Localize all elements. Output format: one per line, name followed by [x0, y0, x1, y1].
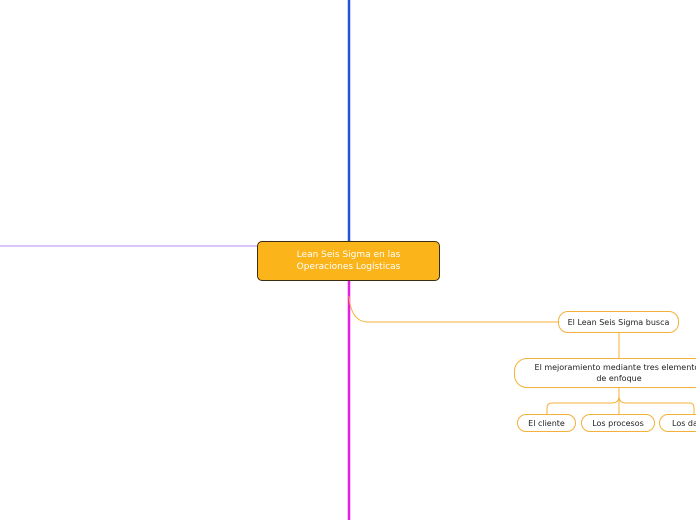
central-topic-node[interactable]: Lean Seis Sigma en las Operaciones Logís…: [257, 241, 440, 281]
mind-map-canvas: Lean Seis Sigma en las Operaciones Logís…: [0, 0, 696, 520]
topic-node-mejoramiento[interactable]: El mejoramiento mediante tres elementos …: [514, 358, 696, 388]
topic-node-lean-busca[interactable]: El Lean Seis Sigma busca: [558, 311, 679, 333]
link-central-to-busca: [348, 295, 558, 323]
topic-label: El cliente: [528, 418, 565, 428]
topic-label: Los procesos: [592, 418, 644, 428]
topic-node-procesos[interactable]: Los procesos: [581, 414, 655, 432]
topic-node-cliente[interactable]: El cliente: [517, 414, 576, 432]
topic-label: El Lean Seis Sigma busca: [567, 317, 670, 327]
central-topic-label: Lean Seis Sigma en las Operaciones Logís…: [296, 250, 401, 272]
topic-label: Los datos: [672, 418, 696, 428]
topic-node-datos[interactable]: Los datos: [659, 414, 696, 432]
link-mejoramiento-to-children: [546, 388, 695, 414]
topic-label: El mejoramiento mediante tres elementos …: [534, 363, 696, 383]
